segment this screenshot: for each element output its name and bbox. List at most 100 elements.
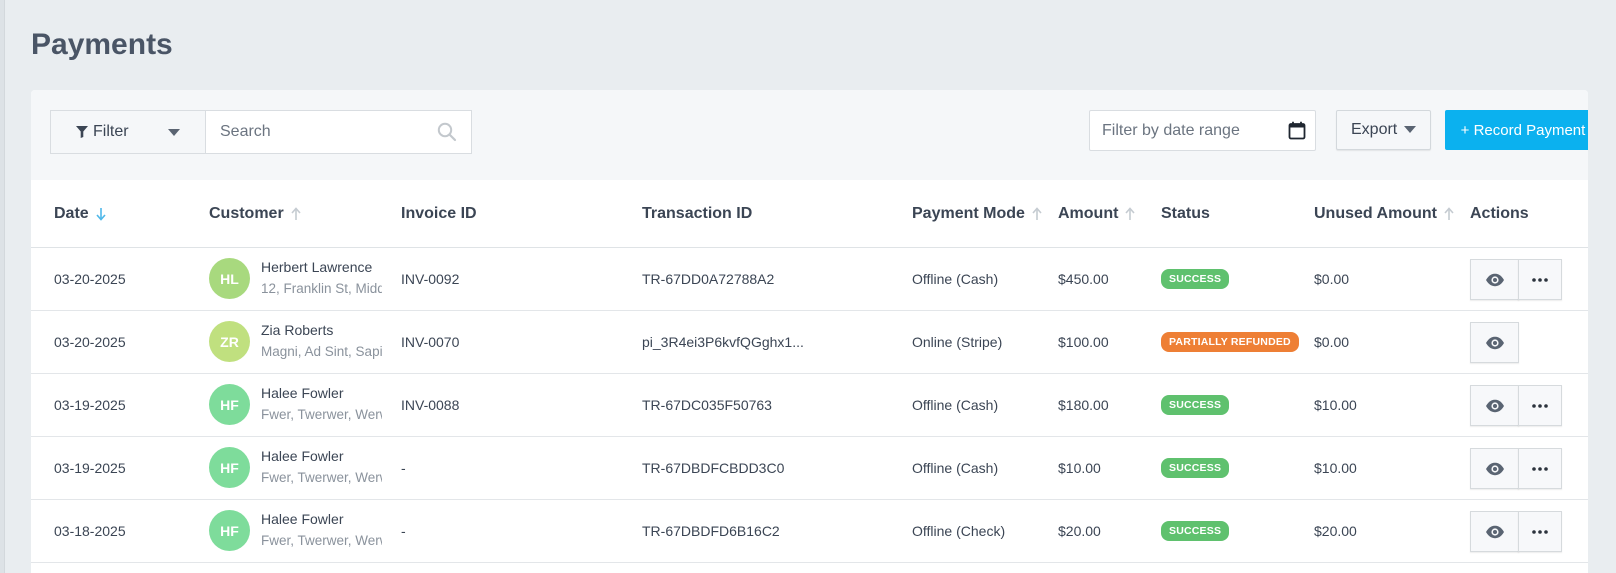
toolbar: Filter Filter by date range Export (31, 90, 1588, 180)
column-header-transaction-id: Transaction ID (642, 205, 753, 222)
customer-name[interactable]: Zia Roberts (261, 322, 382, 338)
cell-unused-amount: $0.00 (1314, 334, 1350, 350)
table-row[interactable]: 03-18-2025 HF Halee Fowler Fwer, Twerwer… (31, 500, 1588, 563)
filter-dropdown-button[interactable]: Filter (51, 111, 206, 153)
cell-invoice-id: - (401, 523, 406, 539)
column-header-actions: Actions (1470, 205, 1529, 222)
sort-desc-icon (96, 208, 106, 221)
column-header-invoice-id: Invoice ID (401, 205, 477, 222)
cell-transaction-id: TR-67DD0A72788A2 (642, 271, 775, 287)
column-header-payment-mode[interactable]: Payment Mode (912, 180, 1042, 248)
eye-icon (1485, 525, 1504, 538)
cell-invoice-id[interactable]: INV-0092 (401, 248, 459, 310)
cell-status: SUCCESS (1161, 500, 1230, 562)
avatar: HF (209, 510, 250, 551)
eye-icon (1485, 399, 1504, 412)
cell-amount: $450.00 (1058, 271, 1109, 287)
chevron-down-icon (168, 129, 180, 136)
filter-search-group: Filter (50, 110, 472, 154)
table-header: Date Customer Invoice ID Transaction ID … (31, 180, 1588, 248)
payments-card: Filter Filter by date range Export (31, 90, 1588, 573)
left-panel-edge (0, 0, 5, 573)
cell-payment-mode: Online (Stripe) (912, 334, 1003, 350)
customer-name[interactable]: Herbert Lawrence (261, 259, 382, 275)
cell-transaction-id: TR-67DBDFD6B16C2 (642, 523, 780, 539)
view-button[interactable] (1470, 385, 1519, 426)
avatar: HL (209, 258, 250, 299)
filter-label: Filter (93, 123, 129, 140)
table-row[interactable]: 03-20-2025 HL Herbert Lawrence 12, Frank… (31, 248, 1588, 311)
more-actions-button[interactable] (1518, 448, 1562, 489)
more-horizontal-icon (1532, 466, 1548, 471)
cell-invoice-id: - (401, 460, 406, 476)
cell-unused-amount: $10.00 (1314, 460, 1357, 476)
customer-name[interactable]: Halee Fowler (261, 511, 382, 527)
more-horizontal-icon (1532, 529, 1548, 534)
cell-status: SUCCESS (1161, 374, 1230, 436)
cell-amount: $10.00 (1058, 460, 1101, 476)
status-badge: PARTIALLY REFUNDED (1161, 332, 1299, 352)
cell-invoice-id[interactable]: INV-0088 (401, 374, 459, 436)
cell-payment-mode: Offline (Check) (912, 523, 1006, 539)
chevron-down-icon (1404, 126, 1416, 133)
table-row[interactable]: 03-19-2025 HF Halee Fowler Fwer, Twerwer… (31, 374, 1588, 437)
customer-name[interactable]: Halee Fowler (261, 385, 382, 401)
export-label: Export (1351, 121, 1398, 138)
cell-transaction-id: pi_3R4ei3P6kvfQGghx1... (642, 334, 804, 350)
more-actions-button[interactable] (1518, 511, 1562, 552)
calendar-icon[interactable] (1288, 121, 1306, 140)
date-range-placeholder: Filter by date range (1102, 121, 1240, 139)
record-payment-button[interactable]: + Record Payment (1445, 110, 1588, 150)
view-button[interactable] (1470, 322, 1519, 363)
more-actions-button[interactable] (1518, 385, 1562, 426)
cell-payment-mode: Offline (Cash) (912, 460, 999, 476)
cell-amount: $100.00 (1058, 334, 1109, 350)
customer-address: Fwer, Twerwer, Werwer (261, 407, 382, 422)
status-badge: SUCCESS (1161, 269, 1230, 289)
column-header-unused-amount[interactable]: Unused Amount (1314, 180, 1454, 248)
cell-status: PARTIALLY REFUNDED (1161, 311, 1299, 373)
cell-date: 03-19-2025 (54, 460, 126, 476)
cell-payment-mode: Offline (Cash) (912, 271, 999, 287)
cell-date: 03-20-2025 (54, 334, 126, 350)
customer-address: 12, Franklin St, Middletown (261, 281, 382, 296)
avatar: ZR (209, 321, 250, 362)
search-input[interactable] (206, 111, 471, 153)
export-button[interactable]: Export (1336, 110, 1431, 150)
cell-date: 03-19-2025 (54, 397, 126, 413)
view-button[interactable] (1470, 511, 1519, 552)
customer-name[interactable]: Halee Fowler (261, 448, 382, 464)
customer-address: Fwer, Twerwer, Werwer (261, 470, 382, 485)
table-row[interactable]: 03-19-2025 HF Halee Fowler Fwer, Twerwer… (31, 437, 1588, 500)
date-range-filter[interactable]: Filter by date range (1089, 110, 1316, 151)
page-title: Payments (31, 28, 173, 61)
customer-address: Fwer, Twerwer, Werwer (261, 533, 382, 548)
cell-amount: $20.00 (1058, 523, 1101, 539)
avatar: HF (209, 384, 250, 425)
filter-icon (76, 126, 88, 138)
column-header-status: Status (1161, 205, 1210, 222)
eye-icon (1485, 462, 1504, 475)
sort-asc-icon (1444, 207, 1454, 220)
status-badge: SUCCESS (1161, 521, 1230, 541)
column-header-date[interactable]: Date (54, 180, 106, 248)
cell-transaction-id: TR-67DC035F50763 (642, 397, 772, 413)
cell-unused-amount: $20.00 (1314, 523, 1357, 539)
cell-date: 03-20-2025 (54, 271, 126, 287)
sort-asc-icon (291, 207, 301, 220)
avatar: HF (209, 447, 250, 488)
view-button[interactable] (1470, 259, 1519, 300)
customer-address: Magni, Ad Sint, Sapiente (261, 344, 382, 359)
cell-amount: $180.00 (1058, 397, 1109, 413)
more-horizontal-icon (1532, 403, 1548, 408)
view-button[interactable] (1470, 448, 1519, 489)
more-actions-button[interactable] (1518, 259, 1562, 300)
eye-icon (1485, 273, 1504, 286)
table-row[interactable]: 03-20-2025 ZR Zia Roberts Magni, Ad Sint… (31, 311, 1588, 374)
status-badge: SUCCESS (1161, 458, 1230, 478)
more-horizontal-icon (1532, 277, 1548, 282)
column-header-amount[interactable]: Amount (1058, 180, 1136, 248)
column-header-customer[interactable]: Customer (209, 180, 301, 248)
cell-invoice-id[interactable]: INV-0070 (401, 311, 459, 373)
cell-status: SUCCESS (1161, 248, 1230, 310)
